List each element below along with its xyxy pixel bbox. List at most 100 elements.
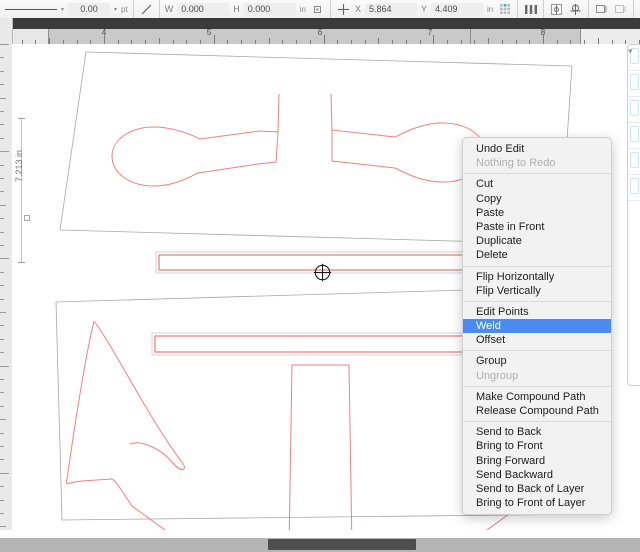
artboard-icon[interactable] [594,2,609,16]
menu-item-make-compound-path[interactable]: Make Compound Path [463,390,611,404]
menu-item-edit-points[interactable]: Edit Points [463,305,611,319]
menu-item-send-to-back[interactable]: Send to Back [463,425,611,439]
position-unit-label: in [487,5,493,14]
vruler-inch-tick [0,44,9,45]
vruler-minor-tick [0,379,4,380]
vruler-minor-tick [0,392,4,393]
vruler-minor-tick [0,57,4,58]
vruler-minor-tick [0,124,4,125]
ruler-label: 4 [102,28,106,37]
align-center-icon[interactable] [549,2,564,16]
rotation-anchor-point[interactable] [313,263,332,282]
stroke-style-preview[interactable] [5,9,57,10]
menu-item-group[interactable]: Group [463,354,611,368]
stroke-unit-label: pt [121,5,128,14]
menu-item-ungroup: Ungroup [463,369,611,383]
menu-item-send-backward[interactable]: Send Backward [463,468,611,482]
vruler-minor-tick [0,299,4,300]
menu-item-cut[interactable]: Cut [463,177,611,191]
vruler-minor-tick [0,71,4,72]
horizontal-scrollbar[interactable] [0,538,640,552]
ruler-corner[interactable] [0,18,13,45]
stroke-width-input[interactable]: 0.00 [68,3,110,16]
menu-item-flip-vertically[interactable]: Flip Vertically [463,284,611,298]
panel-field[interactable] [630,100,639,116]
menu-item-offset[interactable]: Offset [463,333,611,347]
vruler-minor-tick [0,232,4,233]
x-label: X [355,4,361,14]
panel-row[interactable] [628,152,640,175]
x-input[interactable]: 5.864 [365,3,417,16]
dimension-tick-top [18,118,25,119]
panel-row[interactable] [628,100,640,123]
line-tool-icon[interactable] [139,2,154,16]
align-group [544,0,589,18]
properties-panel[interactable] [627,44,640,386]
vruler-minor-tick [0,500,4,501]
vruler-minor-tick [0,459,4,460]
distribute-icon[interactable] [523,2,538,16]
horizontal-ruler[interactable]: 45678 [0,18,640,44]
y-label: Y [421,4,427,14]
menu-item-delete[interactable]: Delete [463,248,611,262]
ruler-tick-marks: 45678 [0,29,640,44]
vruler-minor-tick [0,352,4,353]
menu-separator [463,386,611,387]
vruler-inch-tick [0,258,9,259]
menu-item-send-to-back-of-layer[interactable]: Send to Back of Layer [463,482,611,496]
panel-field[interactable] [630,126,639,142]
stroke-style-chevron-down-icon[interactable]: ▾ [61,6,64,13]
horizontal-scrollbar-thumb[interactable] [268,539,416,550]
menu-item-paste[interactable]: Paste [463,206,611,220]
menu-item-bring-to-front[interactable]: Bring to Front [463,439,611,453]
panel-row[interactable] [628,178,640,201]
menu-item-release-compound-path[interactable]: Release Compound Path [463,404,611,418]
ruler-inch-tick [214,35,215,44]
vruler-minor-tick [0,419,6,420]
ruler-inch-tick [324,35,325,44]
vruler-minor-tick [0,245,4,246]
menu-item-flip-horizontally[interactable]: Flip Horizontally [463,270,611,284]
panel-row[interactable] [628,126,640,149]
menu-item-paste-in-front[interactable]: Paste in Front [463,220,611,234]
vruler-inch-tick [0,151,9,152]
width-input[interactable]: 0.000 [177,3,229,16]
artboard-alt-icon[interactable] [613,2,628,16]
move-tool-icon[interactable] [336,2,351,16]
context-menu[interactable]: Undo EditNothing to Redo CutCopyPastePast… [462,137,612,515]
vruler-minor-tick [0,406,4,407]
reference-point-icon[interactable] [497,2,512,16]
vruler-minor-tick [0,526,6,527]
dimension-guide-line [21,118,22,262]
size-unit-label: in [300,5,306,14]
panel-field[interactable] [630,74,639,90]
menu-item-copy[interactable]: Copy [463,192,611,206]
panel-field[interactable] [630,178,639,194]
vruler-minor-tick [0,218,4,219]
menu-separator [463,350,611,351]
position-group: X 5.864 Y 4.409 in [331,0,518,18]
menu-item-bring-to-front-of-layer[interactable]: Bring to Front of Layer [463,496,611,510]
arrange-group [634,0,640,18]
menu-item-duplicate[interactable]: Duplicate [463,234,611,248]
align-middle-icon[interactable] [568,2,583,16]
panel-row[interactable] [628,74,640,97]
panel-field[interactable] [630,152,639,168]
height-input[interactable]: 0.000 [244,3,296,16]
vruler-minor-tick [0,433,4,434]
menu-item-weld[interactable]: Weld [463,319,611,333]
menu-item-bring-forward[interactable]: Bring Forward [463,454,611,468]
line-tool-group [134,0,160,18]
panel-chevron-down-icon[interactable]: ▾ [628,46,633,57]
stroke-width-chevron-down-icon[interactable]: ▾ [114,6,117,13]
menu-item-undo-edit[interactable]: Undo Edit [463,142,611,156]
lock-aspect-icon[interactable] [310,2,325,16]
top-toolbar: ▾ 0.00 ▾ pt W 0.000 H 0.000 in X 5.864 Y… [0,0,640,19]
vruler-minor-tick [0,486,4,487]
y-input[interactable]: 4.409 [431,3,483,16]
ruler-label: 5 [207,28,211,37]
dimension-handle[interactable] [24,215,30,221]
vertical-dimension-label: 7.213 in [14,150,24,182]
vruler-minor-tick [0,446,4,447]
menu-item-nothing-to-redo: Nothing to Redo [463,156,611,170]
